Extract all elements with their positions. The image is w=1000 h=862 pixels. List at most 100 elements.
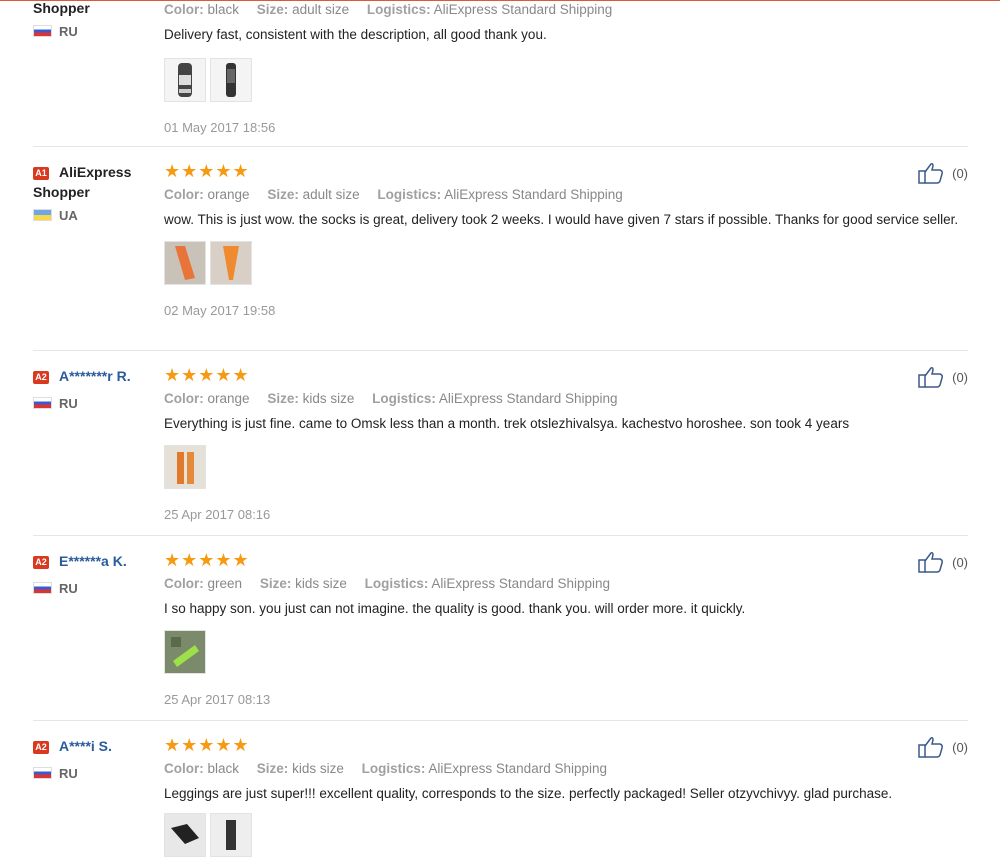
size-value: adult size: [302, 187, 360, 202]
helpful-button[interactable]: (0): [918, 162, 968, 184]
thumbs-up-icon: [918, 737, 944, 758]
thumbs-up-icon: [918, 552, 944, 573]
reviewer-name-text[interactable]: A*******r R.: [59, 368, 131, 384]
rating-stars: ★★★★★: [164, 735, 250, 755]
review-photo-thumbnail[interactable]: [164, 58, 206, 102]
country-code: RU: [59, 24, 78, 39]
logistics-label: Logistics:: [366, 2, 431, 17]
review-date: 25 Apr 2017 08:16: [164, 507, 271, 522]
rating-stars: ★★★★★: [164, 161, 250, 181]
review-photo-thumbnail[interactable]: [164, 813, 206, 857]
reviewer-info: Shopper RU: [33, 0, 158, 39]
reviewer-country: RU: [33, 24, 78, 39]
review-photo-thumbnail[interactable]: [210, 241, 252, 285]
rating-stars: ★★★★★: [164, 550, 250, 570]
russia-flag-icon: [33, 25, 52, 37]
divider: [33, 535, 968, 536]
buyer-level-badge: A2: [33, 741, 49, 754]
divider: [33, 146, 968, 147]
review-text: Leggings are just super!!! excellent qua…: [164, 786, 893, 801]
russia-flag-icon: [33, 397, 52, 409]
color-label: Color:: [164, 391, 204, 406]
reviewer-info: A2 A*******r R. RU: [33, 366, 158, 411]
reviewer-country: UA: [33, 208, 78, 223]
review-photos: [164, 58, 964, 104]
reviewer-name[interactable]: A2 E******a K.: [33, 551, 158, 571]
size-value: kids size: [302, 391, 355, 406]
helpful-count: (0): [952, 554, 968, 570]
review-attributes: Color: green Size: kids size Logistics: …: [164, 575, 964, 593]
review-photo-thumbnail[interactable]: [210, 58, 252, 102]
country-code: UA: [59, 208, 78, 223]
helpful-count: (0): [952, 369, 968, 385]
size-label: Size:: [256, 2, 289, 17]
review-photo-thumbnail[interactable]: [164, 241, 206, 285]
size-label: Size:: [267, 391, 299, 406]
review-item: A1 AliExpress Shopper UA ★★★★★ Color: ora…: [33, 162, 968, 342]
review-content: ★★★★★ Color: green Size: kids size Logis…: [164, 551, 964, 707]
thumbs-up-icon: [918, 367, 944, 388]
color-label: Color:: [164, 761, 204, 776]
reviewer-info: A2 E******a K. RU: [33, 551, 158, 596]
reviewer-country: RU: [33, 396, 78, 411]
review-photo-thumbnail[interactable]: [210, 813, 252, 857]
helpful-button[interactable]: (0): [918, 366, 968, 388]
size-value: kids size: [292, 761, 344, 776]
reviewer-info: A1 AliExpress Shopper UA: [33, 162, 158, 223]
reviewer-name-text[interactable]: E******a K.: [59, 553, 127, 569]
review-item: Shopper RU Color: black Size: adult size…: [33, 0, 968, 140]
divider: [33, 720, 968, 721]
color-value: orange: [207, 187, 250, 202]
logistics-label: Logistics:: [361, 761, 426, 776]
review-content: ★★★★★ Color: orange Size: adult size Log…: [164, 162, 964, 318]
review-photos: [164, 445, 964, 491]
helpful-button[interactable]: (0): [918, 736, 968, 758]
color-value: black: [207, 2, 240, 17]
helpful-count: (0): [952, 739, 968, 755]
review-photo-thumbnail[interactable]: [164, 630, 206, 674]
ukraine-flag-icon: [33, 209, 52, 221]
color-label: Color:: [164, 2, 204, 17]
buyer-level-badge: A2: [33, 371, 49, 384]
logistics-value: AliExpress Standard Shipping: [438, 391, 618, 406]
review-date: 01 May 2017 18:56: [164, 120, 276, 135]
review-date: 25 Apr 2017 08:13: [164, 692, 271, 707]
color-value: black: [207, 761, 240, 776]
logistics-value: AliExpress Standard Shipping: [431, 576, 611, 591]
review-attributes: Color: orange Size: kids size Logistics:…: [164, 390, 964, 408]
reviewer-name[interactable]: A2 A*******r R.: [33, 366, 158, 386]
review-photos: [164, 630, 964, 676]
review-text: Delivery fast, consistent with the descr…: [164, 27, 547, 42]
rating-stars: ★★★★★: [164, 365, 250, 385]
reviewer-name-text[interactable]: A****i S.: [59, 738, 112, 754]
size-label: Size:: [267, 187, 299, 202]
reviewer-info: A2 A****i S. RU: [33, 736, 158, 781]
review-photos: [164, 241, 964, 287]
logistics-label: Logistics:: [372, 391, 436, 406]
color-value: green: [207, 576, 243, 591]
thumbs-up-icon: [918, 163, 944, 184]
reviewer-name: Shopper: [33, 0, 90, 16]
review-photos: [164, 813, 964, 859]
review-item: A2 A*******r R. RU ★★★★★ Color: orange Si…: [33, 366, 968, 536]
logistics-value: AliExpress Standard Shipping: [428, 761, 607, 776]
logistics-value: AliExpress Standard Shipping: [433, 2, 613, 17]
review-attributes: Color: orange Size: adult size Logistics…: [164, 186, 964, 204]
country-code: RU: [59, 766, 78, 781]
reviewer-name: A1 AliExpress Shopper: [33, 162, 158, 202]
review-attributes: Color: black Size: adult size Logistics:…: [164, 1, 964, 19]
size-label: Size:: [259, 576, 292, 591]
buyer-level-badge: A2: [33, 556, 49, 569]
reviewer-name[interactable]: A2 A****i S.: [33, 736, 158, 756]
size-label: Size:: [256, 761, 289, 776]
review-photo-thumbnail[interactable]: [164, 445, 206, 489]
reviewer-country: RU: [33, 766, 78, 781]
review-text: I so happy son. you just can not imagine…: [164, 601, 746, 616]
review-item: A2 E******a K. RU ★★★★★ Color: green Size…: [33, 551, 968, 721]
review-content: ★★★★★ Color: black Size: kids size Logis…: [164, 736, 964, 859]
helpful-button[interactable]: (0): [918, 551, 968, 573]
logistics-label: Logistics:: [364, 576, 429, 591]
country-code: RU: [59, 581, 78, 596]
color-label: Color:: [164, 187, 204, 202]
size-value: kids size: [295, 576, 347, 591]
